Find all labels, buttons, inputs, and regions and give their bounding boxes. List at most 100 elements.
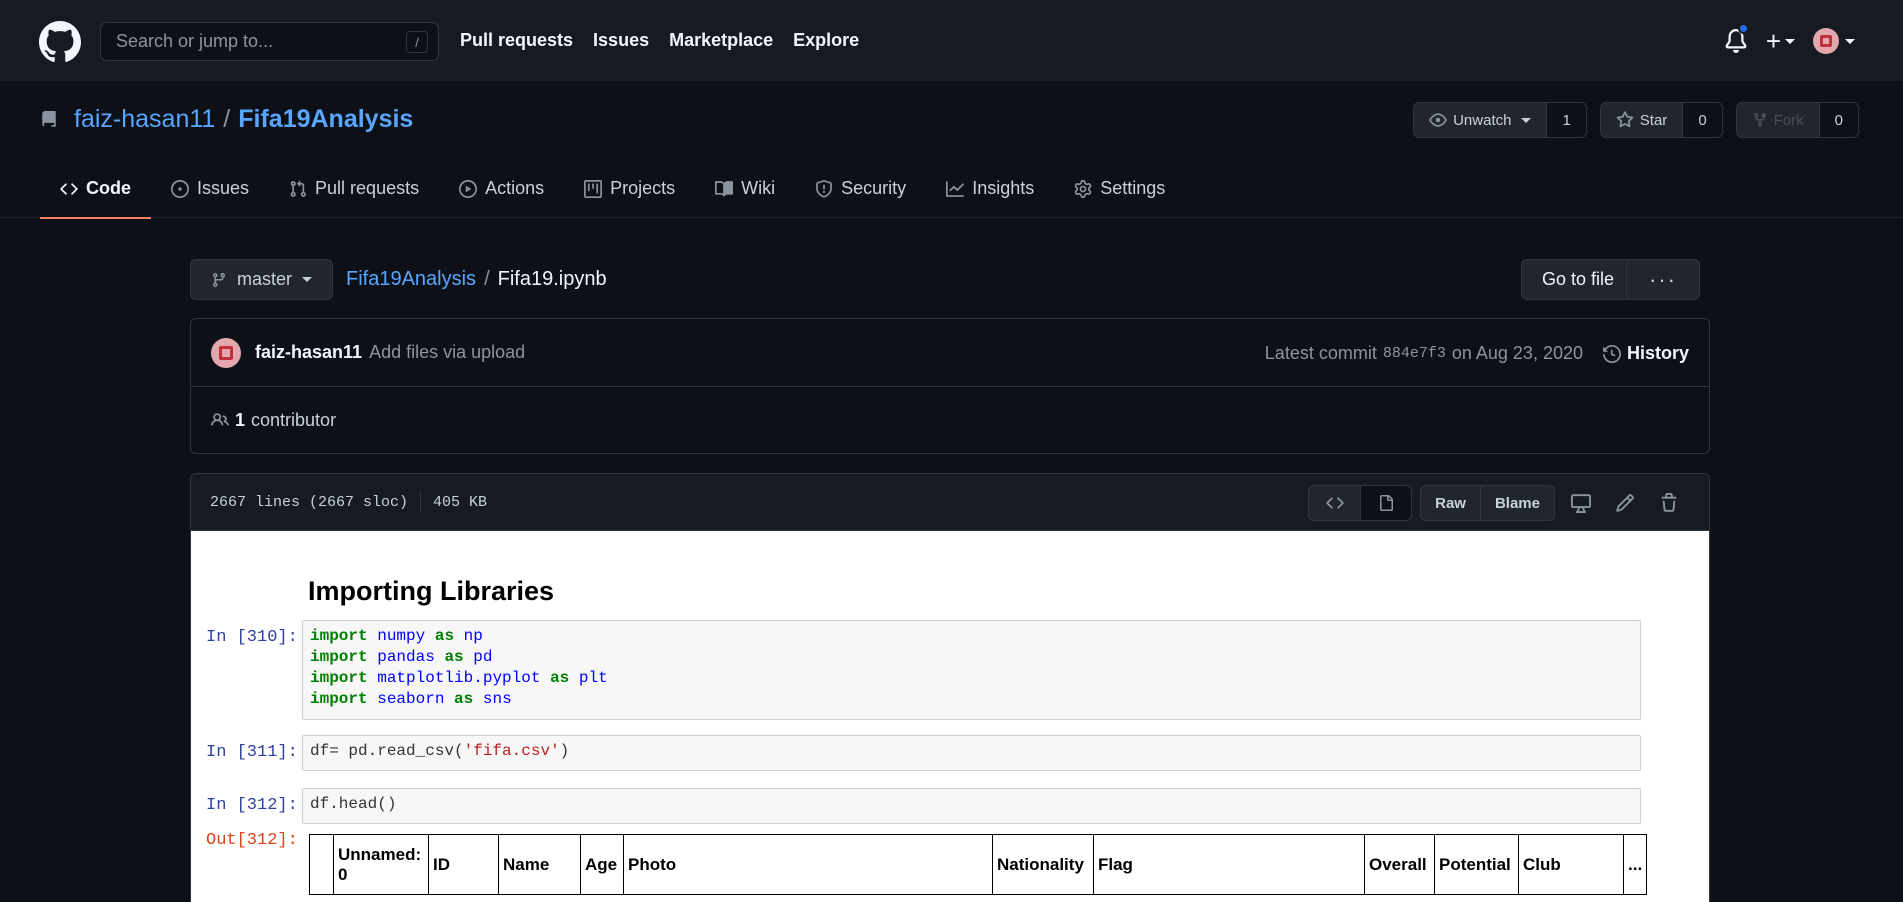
code-keyword: as — [454, 690, 474, 708]
commit-author[interactable]: faiz-hasan11 — [255, 342, 362, 363]
tab-pull-requests[interactable]: Pull requests — [269, 176, 439, 219]
repo-name-link[interactable]: Fifa19Analysis — [238, 105, 413, 134]
contributor-count: 1 — [235, 409, 246, 430]
global-header: Search or jump to... / Pull requests Iss… — [0, 0, 1903, 81]
code-icon — [1325, 497, 1344, 509]
tab-projects[interactable]: Projects — [564, 176, 695, 219]
table-header-cell: Overall — [1364, 834, 1435, 895]
table-header-cell: Photo — [623, 834, 993, 895]
branch-name: master — [237, 269, 293, 289]
code-text: ) — [559, 742, 570, 760]
graph-icon — [946, 181, 965, 197]
breadcrumb-repo-link[interactable]: Fifa19Analysis — [346, 268, 476, 291]
fork-button[interactable]: Fork — [1737, 103, 1820, 137]
search-input[interactable]: Search or jump to... / — [100, 22, 439, 61]
raw-button[interactable]: Raw — [1421, 486, 1481, 520]
history-icon — [1602, 344, 1621, 363]
people-icon — [211, 413, 229, 426]
code-alias: sns — [482, 690, 512, 708]
branch-selector[interactable]: master — [190, 259, 334, 300]
star-label: Star — [1639, 111, 1668, 129]
fork-button-group: Fork 0 — [1735, 102, 1859, 138]
table-header-cell: Name — [498, 834, 581, 895]
notebook-heading: Importing Libraries — [308, 576, 555, 606]
project-icon — [584, 180, 603, 198]
code-line: import matplotlib.pyplot as plt — [310, 668, 1633, 689]
code-alias: np — [463, 627, 483, 645]
unwatch-button[interactable]: Unwatch — [1414, 103, 1548, 137]
star-count[interactable]: 0 — [1683, 103, 1722, 137]
notifications-bell-icon[interactable] — [1724, 23, 1749, 55]
display-source-button[interactable] — [1309, 486, 1362, 520]
table-header-cell: Club — [1518, 834, 1624, 895]
tab-code[interactable]: Code — [40, 176, 151, 219]
divider — [420, 492, 422, 512]
go-to-file-button[interactable]: Go to file — [1521, 259, 1636, 300]
tab-issues[interactable]: Issues — [151, 176, 269, 219]
code-line: import seaborn as sns — [310, 689, 1633, 710]
file-icon — [1380, 495, 1394, 511]
table-header-row: Unnamed: 0 ID Name Age Photo Nationality… — [309, 834, 1648, 895]
gear-icon — [1074, 180, 1092, 198]
code-line: import numpy as np — [310, 626, 1633, 647]
tab-actions-label: Actions — [485, 178, 545, 198]
output-prompt: Out[312]: — [206, 831, 298, 850]
breadcrumb-file: Fifa19.ipynb — [497, 268, 607, 290]
header-nav: Pull requests Issues Marketplace Explore — [460, 30, 859, 51]
tab-actions[interactable]: Actions — [439, 176, 564, 219]
code-cell-head: df.head() — [302, 788, 1641, 824]
view-toggle — [1308, 485, 1413, 521]
caret-down-icon — [1521, 117, 1532, 123]
fork-icon — [1753, 113, 1766, 128]
contributors-row[interactable]: 1 contributor — [191, 387, 1709, 453]
code-icon — [60, 183, 78, 195]
avatar[interactable] — [211, 337, 241, 368]
repo-header: faiz-hasan11 / Fifa19Analysis Unwatch 1 … — [0, 81, 1903, 219]
trash-icon[interactable] — [1651, 485, 1687, 521]
tab-projects-label: Projects — [610, 178, 676, 198]
fork-count[interactable]: 0 — [1819, 103, 1858, 137]
more-options-button[interactable]: ··· — [1626, 259, 1700, 300]
nav-explore[interactable]: Explore — [793, 30, 859, 51]
display-rendered-button[interactable] — [1361, 486, 1412, 520]
tab-settings[interactable]: Settings — [1054, 176, 1185, 219]
code-cell-imports: import numpy as np import pandas as pd imp… — [302, 620, 1641, 720]
file-size: 405 KB — [433, 493, 488, 511]
tab-insights[interactable]: Insights — [926, 176, 1054, 219]
tab-wiki[interactable]: Wiki — [695, 176, 795, 219]
nav-issues[interactable]: Issues — [593, 30, 649, 51]
code-string: 'fifa.csv' — [463, 742, 560, 760]
user-menu[interactable] — [1813, 28, 1855, 54]
cell-prompt: In [310]: — [206, 628, 298, 647]
issue-icon — [171, 180, 189, 198]
repo-actions: Unwatch 1 Star 0 Fork 0 — [1413, 102, 1859, 138]
commit-date: on Aug 23, 2020 — [1451, 343, 1583, 363]
history-link[interactable]: History — [1602, 343, 1689, 364]
code-keyword: as — [444, 648, 464, 666]
repo-title: faiz-hasan11 / Fifa19Analysis — [40, 105, 413, 134]
fork-label: Fork — [1773, 111, 1804, 129]
avatar — [1813, 28, 1839, 54]
branch-icon — [212, 272, 225, 287]
github-logo-icon[interactable] — [39, 21, 81, 63]
commit-sha[interactable]: 884e7f3 — [1383, 345, 1446, 362]
cell-prompt: In [312]: — [206, 796, 298, 815]
dataframe-table: Unnamed: 0 ID Name Age Photo Nationality… — [309, 834, 1648, 895]
desktop-icon[interactable] — [1563, 485, 1599, 521]
repo-owner-link[interactable]: faiz-hasan11 — [74, 105, 215, 134]
create-new-menu[interactable]: + — [1766, 28, 1795, 54]
code-keyword: as — [434, 627, 455, 645]
nav-pull-requests[interactable]: Pull requests — [460, 30, 573, 51]
pencil-icon[interactable] — [1607, 485, 1643, 521]
tab-security[interactable]: Security — [795, 176, 926, 219]
code-keyword: import — [310, 669, 368, 687]
watch-count[interactable]: 1 — [1547, 103, 1586, 137]
eye-icon — [1429, 113, 1447, 127]
code-module: pandas — [377, 648, 435, 666]
nav-marketplace[interactable]: Marketplace — [669, 30, 773, 51]
notebook-render: Importing Libraries In [310]: import num… — [191, 531, 1709, 902]
commit-message[interactable]: Add files via upload — [369, 342, 525, 363]
star-button[interactable]: Star — [1601, 103, 1684, 137]
caret-down-icon — [1845, 38, 1855, 44]
blame-button[interactable]: Blame — [1481, 486, 1554, 520]
